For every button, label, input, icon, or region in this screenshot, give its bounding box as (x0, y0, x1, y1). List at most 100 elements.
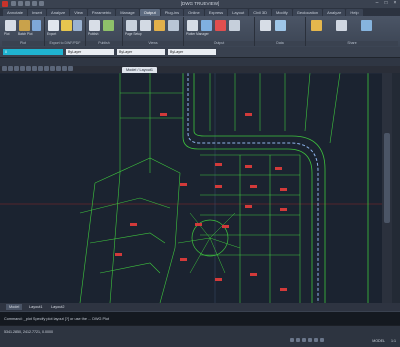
ribbon-group-share: Share (306, 17, 398, 46)
tab-model[interactable]: Model (6, 304, 23, 310)
ribbon-button-label: Export (47, 32, 57, 36)
ribbon-group-title: Share (306, 41, 398, 46)
ribbon-group-title: Export to DWF/PDF (45, 41, 85, 46)
ribbon-group-title: Views (123, 41, 183, 46)
tab-online[interactable]: Online (184, 9, 204, 16)
render-icon[interactable] (201, 20, 212, 31)
ribbon-button-label: Page Setup (125, 32, 142, 36)
ribbon-panel: Plot Batch Plot Plot Export Export to DW… (0, 16, 400, 48)
tool-icon[interactable] (68, 66, 73, 71)
batch-plot-icon[interactable] (19, 20, 30, 31)
plot-icon[interactable] (5, 20, 16, 31)
ribbon-group-views: Page Setup Views (123, 17, 184, 46)
road-edge-outer (193, 73, 326, 303)
tool-icon[interactable] (56, 66, 61, 71)
tool-icon[interactable] (50, 66, 55, 71)
tab-express[interactable]: Express (204, 9, 228, 16)
scale-label[interactable]: 1:1 (391, 339, 396, 343)
command-text: Command: _plot Specify plot layout [?] o… (4, 317, 110, 321)
vertical-scrollbar[interactable] (382, 73, 392, 303)
linetype-dropdown[interactable]: ByLayer (117, 49, 165, 55)
tab-insert[interactable]: Insert (28, 9, 47, 16)
tool-icon[interactable] (2, 66, 7, 71)
ortho-icon[interactable] (302, 338, 306, 342)
sheet-set-icon[interactable] (215, 20, 226, 31)
export-settings-icon[interactable] (73, 20, 82, 31)
ribbon-button-label: Plot (4, 32, 10, 36)
tab-analyze[interactable]: Analyze (47, 9, 70, 16)
ribbon-group-data: Data (255, 17, 306, 46)
tool-icon[interactable] (38, 66, 43, 71)
maximize-icon[interactable]: □ (383, 1, 389, 6)
navigation-strip (392, 73, 400, 303)
polar-icon[interactable] (308, 338, 312, 342)
minimize-icon[interactable]: – (374, 1, 380, 6)
cloud-icon[interactable] (361, 20, 372, 31)
ribbon-group-title: Output (184, 41, 254, 46)
color-dropdown[interactable]: ByLayer (66, 49, 114, 55)
tab-plug-ins[interactable]: Plug-ins (160, 9, 184, 16)
tab-manage[interactable]: Manage (116, 9, 139, 16)
title-bar: [DWG TRUEVIEW] – □ × (0, 0, 400, 8)
tab-view[interactable]: View (70, 9, 87, 16)
tab-help[interactable]: Help (346, 9, 363, 16)
ribbon-group-title: Plot (2, 41, 44, 46)
grid-icon[interactable] (296, 338, 300, 342)
share-icon[interactable] (311, 20, 322, 31)
ribbon-group-plot: Plot Batch Plot Plot (2, 17, 45, 46)
snap-icon[interactable] (290, 338, 294, 342)
tool-icon[interactable] (62, 66, 67, 71)
tab-analyze[interactable]: Analyze (323, 9, 346, 16)
tab-annotate[interactable]: Annotate (3, 9, 28, 16)
scroll-thumb[interactable] (384, 133, 390, 223)
preview-icon[interactable] (32, 20, 41, 31)
window-title: [DWG TRUEVIEW] (180, 1, 220, 6)
close-icon[interactable]: × (392, 1, 398, 6)
status-right: MODEL 1:1 (372, 339, 396, 343)
publish-icon[interactable] (89, 20, 100, 31)
tab-modify[interactable]: Modify (271, 9, 292, 16)
tab-parametric[interactable]: Parametric (87, 9, 116, 16)
output-icon[interactable] (187, 20, 198, 31)
ribbon-tabs: Annotate Insert Analyze View Parametric Manag… (0, 8, 400, 16)
ribbon-button-label: Batch Plot (18, 32, 33, 36)
extract-data-icon[interactable] (275, 20, 286, 31)
model-label[interactable]: MODEL (372, 339, 385, 343)
view-details-icon[interactable] (154, 20, 165, 31)
tab-output[interactable]: Output (139, 9, 160, 16)
cad-drawing (0, 73, 382, 303)
transmit-icon[interactable] (336, 20, 347, 31)
export-dwf-icon[interactable] (61, 20, 72, 31)
lineweight-dropdown[interactable]: ByLayer (168, 49, 216, 55)
ribbon-group-output: Plotter Manager Output (184, 17, 255, 46)
page-setup-icon[interactable] (126, 20, 137, 31)
parcel-lines-top (119, 73, 341, 173)
tool-icon[interactable] (14, 66, 19, 71)
coordinate-readout: 5341.2850, 2412.7721, 0.0000 (4, 330, 53, 334)
tab-layout[interactable]: Layout (228, 9, 249, 16)
named-views-icon[interactable] (168, 20, 179, 31)
3d-print-icon[interactable] (103, 20, 114, 31)
otrack-icon[interactable] (320, 338, 324, 342)
osnap-icon[interactable] (314, 338, 318, 342)
status-bar: 5341.2850, 2412.7721, 0.0000 MODEL 1:1 (0, 325, 400, 347)
command-line[interactable]: Command: _plot Specify plot layout [?] o… (0, 311, 400, 326)
tab-civil-3d[interactable]: Civil 3D (249, 9, 271, 16)
tab-layout1[interactable]: Layout1 (26, 304, 46, 310)
layer-dropdown[interactable]: 0 (3, 49, 63, 55)
tool-icon[interactable] (32, 66, 37, 71)
tool-icon[interactable] (26, 66, 31, 71)
tab-geolocation[interactable]: Geolocation (292, 9, 323, 16)
tool-strip (0, 66, 122, 72)
drawing-canvas[interactable] (0, 73, 382, 303)
tool-icon[interactable] (8, 66, 13, 71)
status-toggles (290, 338, 324, 342)
data-link-icon[interactable] (260, 20, 271, 31)
layout-icon[interactable] (229, 20, 240, 31)
tool-icon[interactable] (20, 66, 25, 71)
export-pdf-icon[interactable] (48, 20, 59, 31)
ribbon-group-publish: Publish Publish (86, 17, 123, 46)
plotter-manager-icon[interactable] (140, 20, 151, 31)
tab-layout2[interactable]: Layout2 (48, 304, 68, 310)
tool-icon[interactable] (44, 66, 49, 71)
